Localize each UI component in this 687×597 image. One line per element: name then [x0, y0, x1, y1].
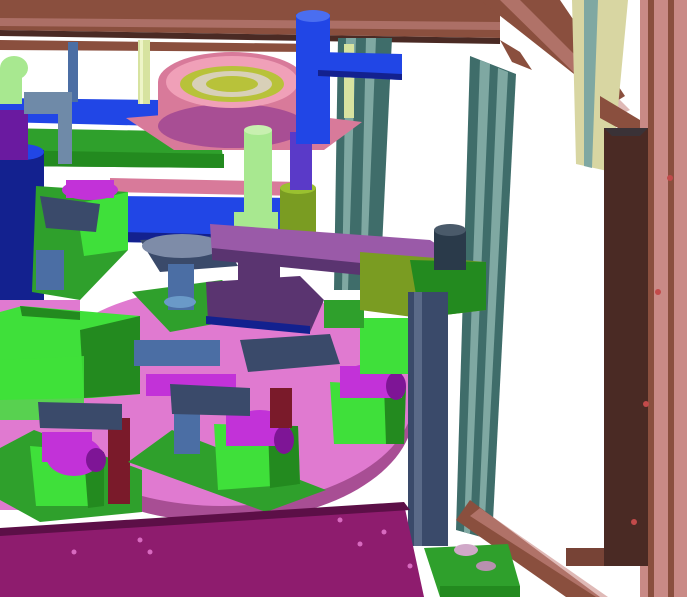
fixture-station-back-left [32, 180, 128, 300]
foreground-green-bracket [424, 544, 520, 597]
cad-scene [0, 0, 687, 597]
cad-assembly-render [0, 0, 687, 597]
